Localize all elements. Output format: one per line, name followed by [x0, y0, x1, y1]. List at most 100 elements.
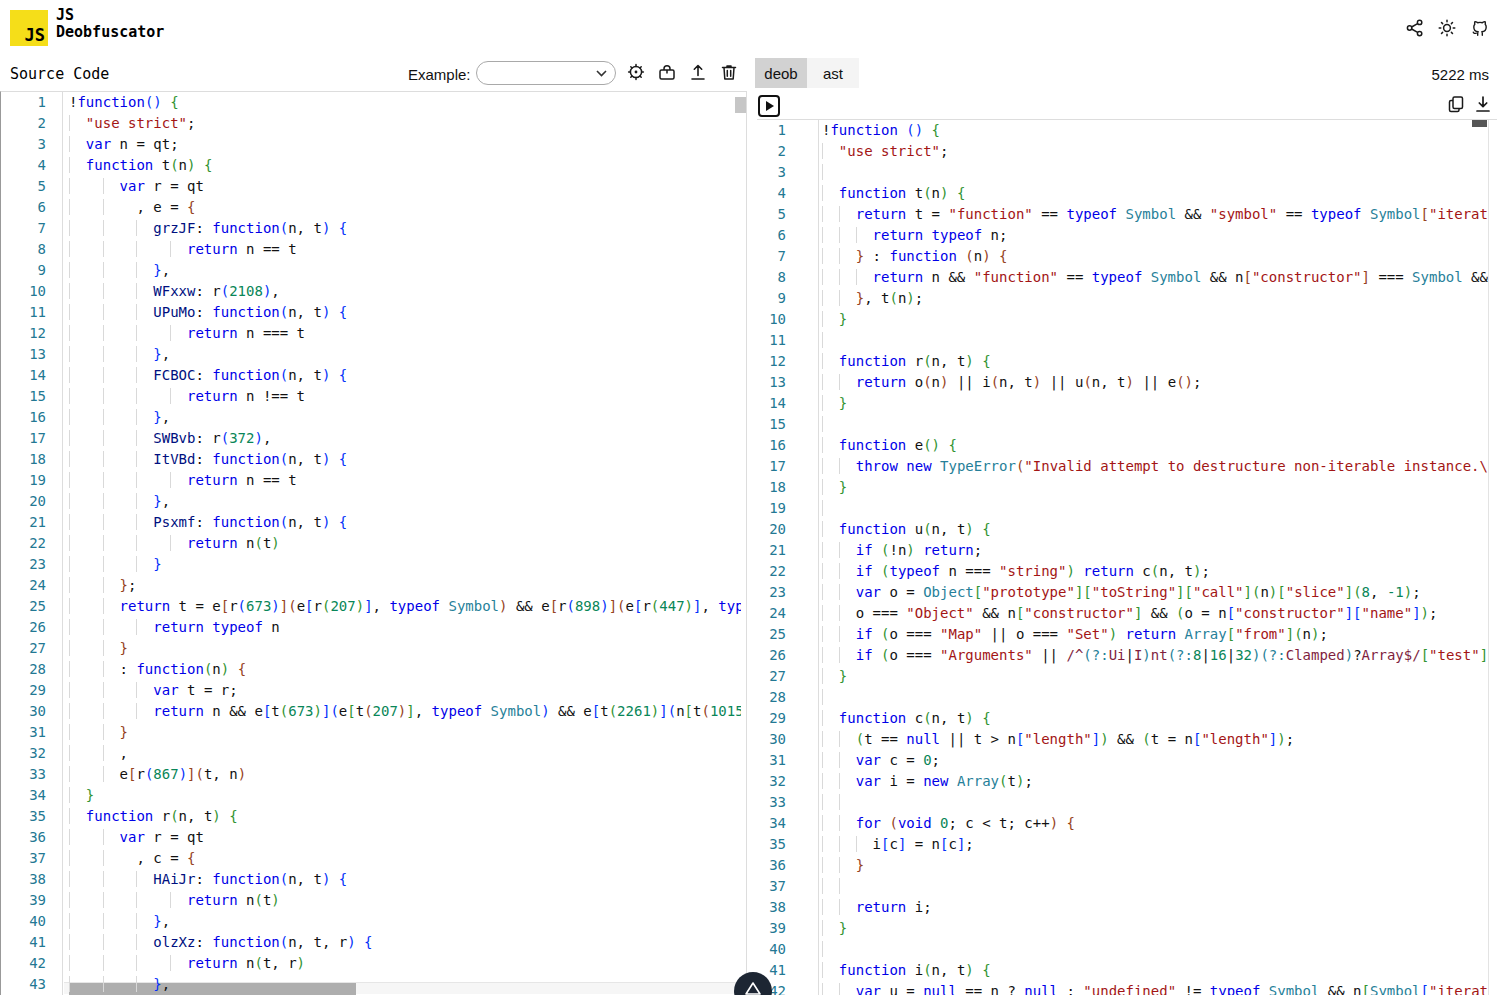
tab-ast[interactable]: ast: [807, 58, 859, 88]
code-line: var n = qt;: [69, 134, 741, 155]
code-line: return n !== t: [69, 386, 741, 407]
line-number: 3: [757, 162, 786, 183]
line-number: 21: [1, 512, 46, 533]
code-line: [822, 330, 1489, 351]
tab-deob[interactable]: deob: [755, 58, 807, 88]
line-number: 21: [757, 540, 786, 561]
output-editor[interactable]: 1234567891011121314151617181920212223242…: [757, 119, 1497, 995]
example-select[interactable]: [476, 61, 616, 85]
line-number: 16: [757, 435, 786, 456]
code-line: var r = qt: [69, 176, 741, 197]
line-number: 15: [1, 386, 46, 407]
line-number: 14: [1, 365, 46, 386]
line-number: 11: [757, 330, 786, 351]
output-editor-vscrollbar[interactable]: [1472, 120, 1489, 995]
code-line: function c(n, t) {: [822, 708, 1489, 729]
trash-icon[interactable]: [719, 62, 739, 82]
download-icon[interactable]: [1473, 94, 1493, 114]
code-line: } : function (n) {: [822, 246, 1489, 267]
line-number: 18: [1, 449, 46, 470]
code-line: HAiJr: function(n, t) {: [69, 869, 741, 890]
copy-icon[interactable]: [1446, 94, 1466, 114]
code-line: function r(n, t) {: [69, 806, 741, 827]
line-number: 28: [757, 687, 786, 708]
line-number: 13: [757, 372, 786, 393]
line-number: 30: [757, 729, 786, 750]
code-line: }: [69, 785, 741, 806]
code-line: return i;: [822, 897, 1489, 918]
output-editor-gutter: 1234567891011121314151617181920212223242…: [757, 120, 819, 995]
chevron-down-icon: [596, 70, 607, 77]
line-number: 38: [757, 897, 786, 918]
output-editor-code[interactable]: !function () { "use strict"; function t(…: [820, 120, 1489, 995]
line-number: 17: [757, 456, 786, 477]
example-label: Example:: [408, 66, 471, 83]
code-line: return n(t): [69, 890, 741, 911]
source-editor[interactable]: 1234567891011121314151617181920212223242…: [0, 91, 747, 995]
code-line: [822, 498, 1489, 519]
run-button[interactable]: [758, 95, 780, 117]
line-number: 39: [1, 890, 46, 911]
line-number: 36: [1, 827, 46, 848]
code-line: return n && "function" == typeof Symbol …: [822, 267, 1489, 288]
line-number: 1: [1, 92, 46, 113]
line-number: 20: [1, 491, 46, 512]
code-line: (t == null || t > n["length"]) && (t = n…: [822, 729, 1489, 750]
code-line: return typeof n;: [822, 225, 1489, 246]
code-line: [822, 939, 1489, 960]
settings-gear-icon[interactable]: [626, 62, 646, 82]
line-number: 8: [1, 239, 46, 260]
line-number: 29: [1, 680, 46, 701]
code-line: var i = new Array(t);: [822, 771, 1489, 792]
line-number: 27: [1, 638, 46, 659]
code-line: WFxxw: r(2108),: [69, 281, 741, 302]
line-number: 22: [757, 561, 786, 582]
code-line: };: [69, 575, 741, 596]
code-line: var u = null == n ? null : "undefined" !…: [822, 981, 1489, 995]
line-number: 5: [1, 176, 46, 197]
line-number: 26: [757, 645, 786, 666]
code-line: for (void 0; c < t; c++) {: [822, 813, 1489, 834]
code-line: FCBOC: function(n, t) {: [69, 365, 741, 386]
code-line: return n == t: [69, 470, 741, 491]
code-line: var t = r;: [69, 680, 741, 701]
code-line: if (typeof n === "string") return c(n, t…: [822, 561, 1489, 582]
line-number: 6: [757, 225, 786, 246]
github-icon[interactable]: [1470, 19, 1488, 37]
line-number: 38: [1, 869, 46, 890]
code-line: if (!n) return;: [822, 540, 1489, 561]
code-line: if (o === "Map" || o === "Set") return A…: [822, 624, 1489, 645]
code-line: return o(n) || i(n, t) || u(n, t) || e()…: [822, 372, 1489, 393]
code-line: return n(t): [69, 533, 741, 554]
source-editor-code[interactable]: !function() { "use strict"; var n = qt; …: [64, 92, 741, 995]
source-code-label: Source Code: [10, 65, 109, 83]
line-number: 25: [757, 624, 786, 645]
line-number: 1: [757, 120, 786, 141]
output-tabs: deob ast: [755, 58, 859, 88]
code-line: },: [69, 974, 741, 995]
code-line: i[c] = n[c];: [822, 834, 1489, 855]
code-line: return typeof n: [69, 617, 741, 638]
code-line: function r(n, t) {: [822, 351, 1489, 372]
code-line: }: [69, 722, 741, 743]
line-number: 3: [1, 134, 46, 155]
line-number: 12: [757, 351, 786, 372]
code-line: },: [69, 491, 741, 512]
line-number: 2: [757, 141, 786, 162]
toolbox-icon[interactable]: [657, 62, 677, 82]
upload-icon[interactable]: [688, 62, 708, 82]
line-number: 4: [757, 183, 786, 204]
code-line: ,: [69, 743, 741, 764]
code-line: !function () {: [822, 120, 1489, 141]
source-editor-vscrollbar[interactable]: [735, 97, 747, 113]
theme-toggle-icon[interactable]: [1438, 19, 1456, 37]
code-line: "use strict";: [822, 141, 1489, 162]
line-number: 25: [1, 596, 46, 617]
app-title: JS Deobfuscator: [56, 7, 164, 41]
line-number: 18: [757, 477, 786, 498]
code-line: var c = 0;: [822, 750, 1489, 771]
code-line: var o = Object["prototype"]["toString"][…: [822, 582, 1489, 603]
code-line: }, t(n);: [822, 288, 1489, 309]
share-icon[interactable]: [1406, 19, 1424, 37]
line-number: 31: [1, 722, 46, 743]
